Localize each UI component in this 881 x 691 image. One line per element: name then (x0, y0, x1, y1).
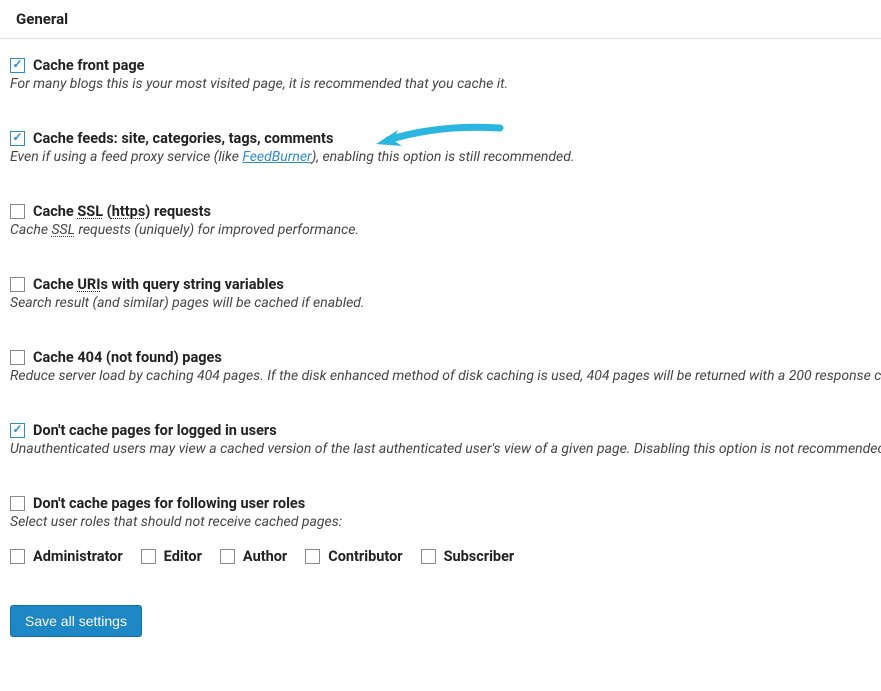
label-dont-cache-roles: Don't cache pages for following user rol… (33, 495, 305, 512)
desc-cache-feeds-pre: Even if using a feed proxy service (like (10, 149, 242, 165)
role-label: Contributor (328, 548, 402, 565)
option-dont-cache-roles: Don't cache pages for following user rol… (10, 495, 871, 530)
option-cache-404: Cache 404 (not found) pages Reduce serve… (10, 349, 871, 384)
arrow-annotation-icon (370, 118, 505, 152)
label-cache-feeds: Cache feeds: site, categories, tags, com… (33, 130, 333, 147)
checkbox-role-editor[interactable] (141, 549, 156, 564)
checkbox-role-subscriber[interactable] (421, 549, 436, 564)
option-dont-cache-logged: Don't cache pages for logged in users Un… (10, 422, 871, 457)
checkbox-cache-ssl[interactable] (10, 204, 25, 219)
checkbox-cache-feeds[interactable] (10, 131, 25, 146)
role-label: Subscriber (444, 548, 515, 565)
section-header: General (0, 0, 881, 39)
option-cache-feeds: Cache feeds: site, categories, tags, com… (10, 130, 871, 165)
role-item-administrator: Administrator (10, 548, 123, 565)
abbr-ssl: SSL (77, 203, 103, 220)
role-item-editor: Editor (141, 548, 202, 565)
checkbox-cache-front-page[interactable] (10, 58, 25, 73)
abbr-https: https (112, 203, 146, 220)
desc-dont-cache-logged: Unauthenticated users may view a cached … (10, 441, 871, 457)
role-item-contributor: Contributor (305, 548, 402, 565)
desc-cache-ssl: Cache SSL requests (uniquely) for improv… (10, 222, 871, 238)
label-cache-uri: Cache URIs with query string variables (33, 276, 284, 293)
option-cache-front-page: Cache front page For many blogs this is … (10, 57, 871, 92)
abbr-uri: URI (77, 276, 100, 293)
checkbox-cache-404[interactable] (10, 350, 25, 365)
label-cache-404: Cache 404 (not found) pages (33, 349, 222, 366)
desc-cache-feeds-post: ), enabling this option is still recomme… (312, 149, 575, 165)
feedburner-link[interactable]: FeedBurner (242, 149, 311, 165)
checkbox-role-author[interactable] (220, 549, 235, 564)
desc-cache-front-page: For many blogs this is your most visited… (10, 76, 871, 92)
desc-cache-feeds: Even if using a feed proxy service (like… (10, 149, 871, 165)
role-label: Editor (164, 548, 202, 565)
role-item-subscriber: Subscriber (421, 548, 515, 565)
role-item-author: Author (220, 548, 287, 565)
label-cache-front-page: Cache front page (33, 57, 145, 74)
checkbox-dont-cache-roles[interactable] (10, 496, 25, 511)
checkbox-cache-uri[interactable] (10, 277, 25, 292)
checkbox-role-contributor[interactable] (305, 549, 320, 564)
role-label: Author (243, 548, 287, 565)
settings-content: Cache front page For many blogs this is … (0, 39, 881, 657)
option-cache-ssl: Cache SSL (https) requests Cache SSL req… (10, 203, 871, 238)
option-cache-uri: Cache URIs with query string variables S… (10, 276, 871, 311)
desc-cache-uri: Search result (and similar) pages will b… (10, 295, 871, 311)
save-button[interactable]: Save all settings (10, 605, 142, 637)
desc-cache-404: Reduce server load by caching 404 pages.… (10, 368, 871, 384)
checkbox-role-administrator[interactable] (10, 549, 25, 564)
role-list: Administrator Editor Author Contributor … (10, 548, 871, 565)
desc-dont-cache-roles: Select user roles that should not receiv… (10, 514, 871, 530)
role-label: Administrator (33, 548, 123, 565)
section-title: General (16, 10, 68, 28)
label-dont-cache-logged: Don't cache pages for logged in users (33, 422, 277, 439)
label-cache-ssl: Cache SSL (https) requests (33, 203, 211, 220)
checkbox-dont-cache-logged[interactable] (10, 423, 25, 438)
